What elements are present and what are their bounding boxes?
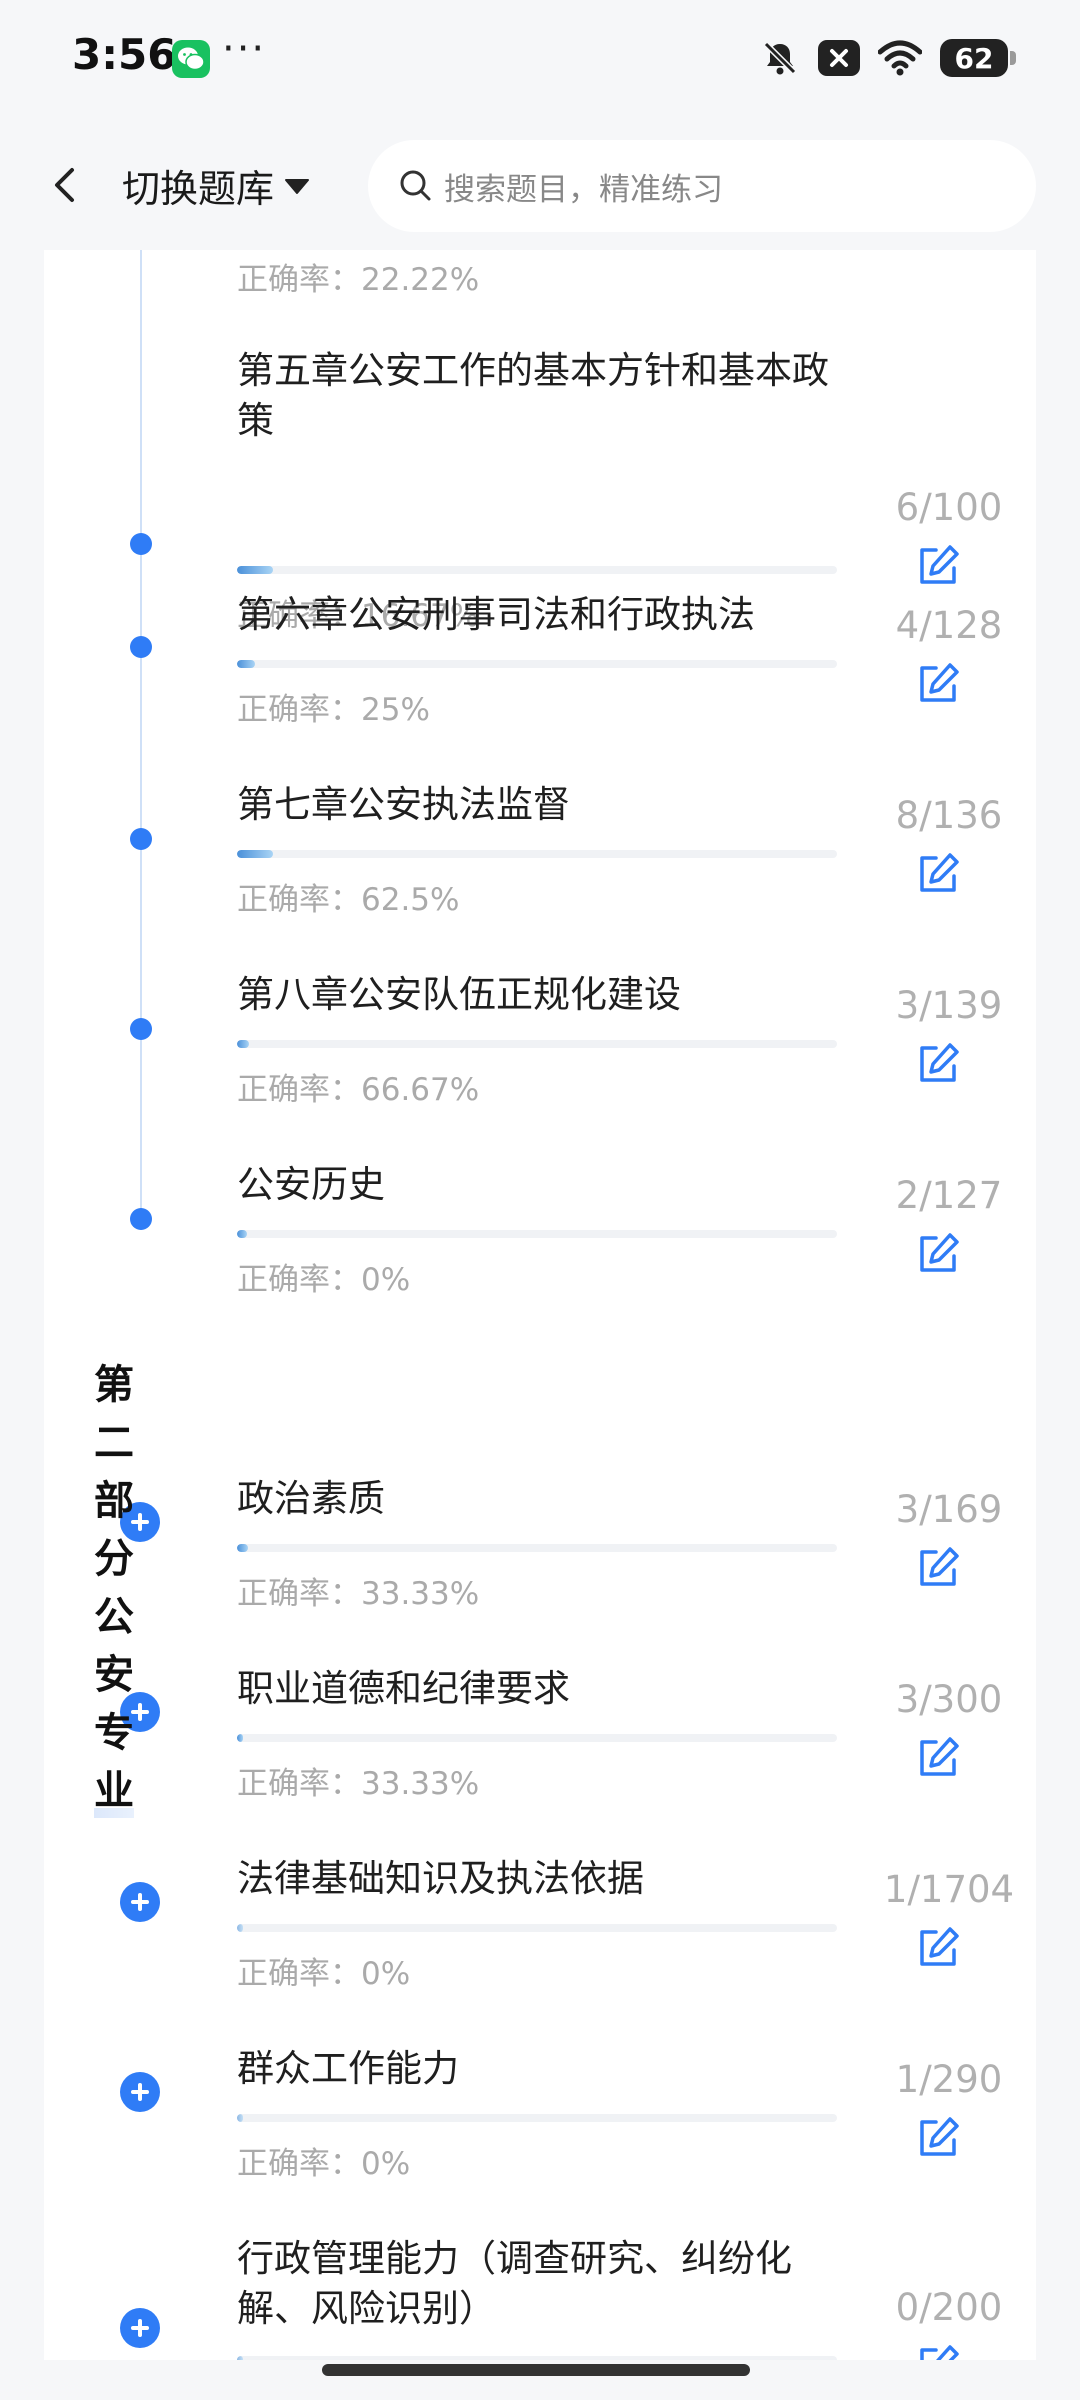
chapter-title: 第七章公安执法监督 — [237, 783, 570, 826]
section-title: 第二部分 公安专业 — [94, 1352, 134, 1818]
search-icon — [400, 170, 431, 201]
accuracy-text: 正确率：22.22% — [237, 262, 480, 298]
search-placeholder: 搜索题目，精准练习 — [444, 171, 723, 208]
question-count: 3/139 — [895, 984, 1003, 1027]
status-time: 3:56 — [72, 30, 177, 79]
expand-plus-icon[interactable] — [120, 1882, 160, 1922]
battery-level: 62 — [954, 41, 994, 75]
status-bar: 3:56 ··· 62 — [0, 0, 1080, 120]
edit-icon[interactable] — [914, 2342, 962, 2360]
edit-icon[interactable] — [914, 1040, 962, 1088]
question-count: 1/290 — [895, 2058, 1003, 2101]
question-count: 2/127 — [895, 1174, 1003, 1217]
timeline-dot — [130, 1018, 152, 1040]
battery-icon: 62 — [940, 39, 1016, 77]
timeline-dot — [130, 1208, 152, 1230]
progress-bar — [237, 1544, 837, 1552]
wifi-icon — [878, 40, 922, 76]
edit-icon[interactable] — [914, 1544, 962, 1592]
chapter-title: 法律基础知识及执法依据 — [237, 1857, 644, 1900]
timeline-line — [140, 250, 142, 1230]
switch-bank-button[interactable]: 切换题库 — [122, 158, 310, 213]
edit-icon[interactable] — [914, 1230, 962, 1278]
accuracy-text: 正确率：0% — [237, 2146, 411, 2182]
progress-bar — [237, 850, 837, 858]
accuracy-text: 正确率：62.5% — [237, 882, 460, 918]
chapter-title: 职业道德和纪律要求 — [237, 1667, 570, 1710]
question-count: 3/169 — [895, 1488, 1003, 1531]
chapter-title: 第五章公安工作的基本方针和基本政策 — [237, 349, 829, 442]
switch-bank-label: 切换题库 — [122, 167, 275, 211]
question-count: 0/200 — [895, 2286, 1003, 2329]
progress-bar — [237, 2114, 837, 2122]
question-count: 3/300 — [895, 1678, 1003, 1721]
edit-icon[interactable] — [914, 660, 962, 708]
progress-bar — [237, 660, 837, 668]
status-more-dots: ··· — [222, 26, 267, 72]
accuracy-text: 正确率：33.33% — [237, 1576, 480, 1612]
chapter-title: 群众工作能力 — [237, 2047, 459, 2090]
edit-icon[interactable] — [914, 1924, 962, 1972]
chapter-title: 第六章公安刑事司法和行政执法 — [237, 593, 755, 636]
chapter-list-card: 正确率：22.22% 第五章公安工作的基本方针和基本政策 正确率：16.67% … — [44, 250, 1036, 2360]
progress-bar — [237, 1040, 837, 1048]
chapter-title: 公安历史 — [237, 1163, 385, 1206]
edit-icon[interactable] — [914, 1734, 962, 1782]
chapter-title: 行政管理能力（调查研究、纠纷化解、风险识别） — [237, 2237, 792, 2330]
caret-down-icon — [285, 178, 310, 194]
mute-icon — [763, 41, 797, 75]
chapter-title: 第八章公安队伍正规化建设 — [237, 973, 681, 1016]
status-icons: 62 — [760, 38, 1016, 78]
progress-bar — [237, 566, 837, 574]
question-count: 4/128 — [895, 604, 1003, 647]
question-count: 8/136 — [895, 794, 1003, 837]
back-icon[interactable] — [40, 160, 90, 210]
progress-bar — [237, 2356, 837, 2360]
question-count: 6/100 — [895, 486, 1003, 529]
wechat-icon — [172, 40, 210, 78]
progress-bar — [237, 1230, 837, 1238]
notification-x-icon — [818, 40, 860, 76]
timeline-dot — [130, 636, 152, 658]
edit-icon[interactable] — [914, 542, 962, 590]
accuracy-text: 正确率：0% — [237, 1262, 411, 1298]
edit-icon[interactable] — [914, 850, 962, 898]
timeline-dot — [130, 828, 152, 850]
top-header: 切换题库 搜索题目，精准练习 — [0, 120, 1080, 250]
progress-bar — [237, 1924, 837, 1932]
search-input[interactable]: 搜索题目，精准练习 — [368, 140, 1036, 232]
accuracy-text: 正确率：0% — [237, 1956, 411, 1992]
chapter-title: 政治素质 — [237, 1477, 385, 1520]
expand-plus-icon[interactable] — [120, 2308, 160, 2348]
accuracy-text: 正确率：66.67% — [237, 1072, 480, 1108]
question-count: 1/1704 — [883, 1868, 1015, 1911]
expand-plus-icon[interactable] — [120, 2072, 160, 2112]
accuracy-text: 正确率：33.33% — [237, 1766, 480, 1802]
home-indicator[interactable] — [322, 2364, 750, 2376]
accuracy-text: 正确率：25% — [237, 692, 430, 728]
edit-icon[interactable] — [914, 2114, 962, 2162]
timeline-dot — [130, 533, 152, 555]
progress-bar — [237, 1734, 837, 1742]
